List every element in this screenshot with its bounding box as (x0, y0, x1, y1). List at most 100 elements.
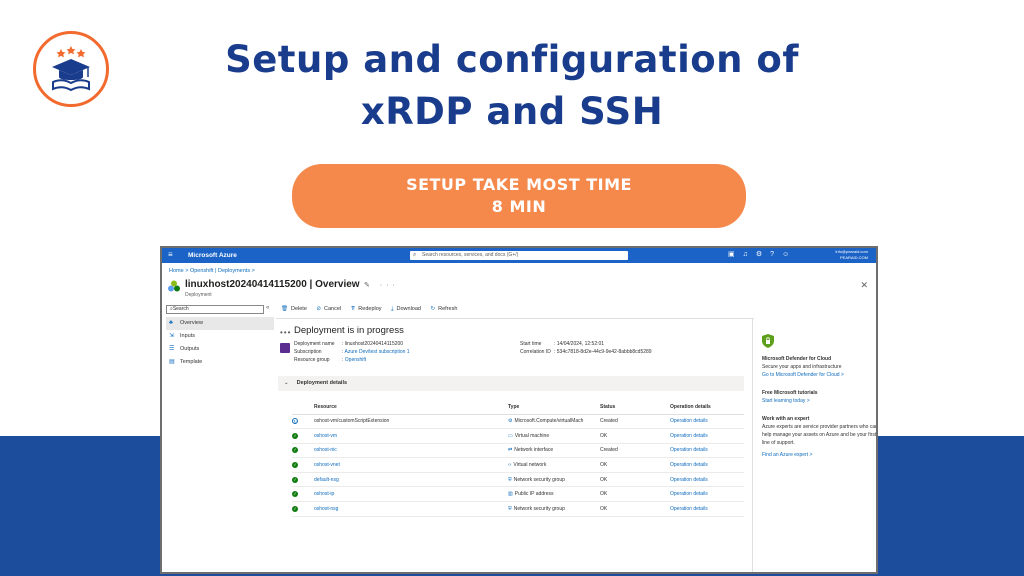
refresh-label: Refresh (438, 306, 458, 312)
network-interface-icon: ⇄ (508, 447, 513, 454)
left-search-input[interactable]: ⌕Search (166, 305, 264, 314)
close-icon[interactable]: ✕ (860, 280, 868, 291)
operation-details-link[interactable]: Operation details (670, 491, 708, 497)
operation-details-cell[interactable]: Operation details (670, 443, 744, 459)
type-cell: ⇄ Network interface (508, 443, 600, 459)
resource-type: Microsoft.Compute/virtualMach (514, 418, 584, 425)
collapse-icon[interactable]: « (266, 305, 269, 311)
resource-name[interactable]: default-nsg (314, 477, 339, 483)
resource-name[interactable]: oshost-nic (314, 447, 337, 453)
status-cell: Created (600, 443, 670, 459)
pill-line-1: SETUP TAKE MOST TIME (406, 175, 632, 194)
type-cell: ⛨ Network security group (508, 501, 600, 517)
graduation-cap-logo-icon (33, 31, 109, 107)
resource-name[interactable]: oshost-vm (314, 433, 337, 439)
resource-cell[interactable]: oshost-vm (314, 428, 508, 444)
resource-name: oshost-vm/customScriptExtension (314, 418, 390, 425)
resource-name[interactable]: oshost-ip (314, 491, 334, 497)
azure-brand[interactable]: Microsoft Azure (188, 252, 237, 259)
resource-cell[interactable]: oshost-ip (314, 486, 508, 503)
table-row: ✓ oshost-ip ▥ Public IP address OK Operation … (292, 486, 744, 503)
row-status-cell: ✓ (292, 443, 314, 459)
table-row: ✓ default-nsg ⛨ Network security group OK Ope… (292, 472, 744, 488)
resource-cell[interactable]: oshost-nsg (314, 501, 508, 517)
public-ip-icon: ▥ (508, 491, 513, 498)
cancel-button[interactable]: ⊘ Cancel (316, 306, 341, 312)
operation-details-link[interactable]: Operation details (670, 462, 708, 468)
table-row: ✓ oshost-vm ▭ Virtual machine OK Operation de… (292, 428, 744, 444)
row-status-cell: ✓ (292, 501, 314, 517)
kv-key: Correlation ID (520, 349, 551, 355)
status-cell: OK (600, 472, 670, 488)
operation-details-cell[interactable]: Operation details (670, 428, 744, 444)
operation-details-link[interactable]: Operation details (670, 433, 708, 439)
kv-key: Subscription (294, 349, 322, 355)
operation-details-link[interactable]: Operation details (670, 477, 708, 483)
resource-cell[interactable]: default-nsg (314, 472, 508, 488)
table-row: ✓ oshost-vnet ‹› Virtual network OK Operation… (292, 457, 744, 473)
delete-button[interactable]: 🗑 Delete (281, 306, 307, 312)
operation-details-link[interactable]: Operation details (670, 447, 708, 453)
type-cell: ⛨ Network security group (508, 472, 600, 488)
tutorials-link[interactable]: Start learning today > (762, 397, 876, 405)
redeploy-button[interactable]: ⇈ Redeploy (351, 306, 382, 312)
top-bar-icons[interactable]: ▣♫⚙?☺ (728, 250, 797, 258)
resource-name[interactable]: oshost-vnet (314, 462, 340, 468)
redeploy-icon: ⇈ (350, 306, 356, 312)
global-search-input[interactable]: ⌕ Search resources, services, and docs (… (410, 251, 628, 260)
kv-value: linuxhost20240414115200 (344, 341, 404, 347)
operation-details-cell[interactable]: Operation details (670, 486, 744, 503)
operation-details-cell[interactable]: Operation details (670, 472, 744, 488)
download-button[interactable]: ⤓ Download (391, 306, 421, 313)
success-check-icon: ✓ (292, 476, 298, 483)
status-cell: OK (600, 457, 670, 473)
deployment-details-section[interactable]: ⌄ Deployment details (278, 376, 744, 391)
defender-text: Secure your apps and infrastructure (762, 364, 842, 370)
redeploy-label: Redeploy (358, 306, 382, 312)
nav-item-template[interactable]: ▤ Template (166, 356, 274, 369)
operation-details-cell[interactable]: Operation details (670, 457, 744, 473)
refresh-button[interactable]: ↻ Refresh (431, 306, 458, 312)
azure-top-bar: ≡ Microsoft Azure ⌕ Search resources, se… (162, 248, 876, 263)
kv-key: Deployment name (294, 341, 335, 347)
success-check-icon: ✓ (292, 432, 298, 439)
resource-cell[interactable]: oshost-vm/customScriptExtension (314, 414, 508, 430)
column-header: Status (600, 400, 670, 415)
resource-name[interactable]: oshost-nsg (314, 506, 338, 512)
left-nav: ⌕Search « ♣ Overview ⇲ Inputs ☰ Outputs ▤ Te… (166, 305, 274, 369)
extension-icon: ⚙ (508, 418, 513, 425)
account-info[interactable]: info@pearaid.com PEARAID.COM (818, 249, 868, 260)
operation-details-cell[interactable]: Operation details (670, 501, 744, 517)
deployment-icon (168, 280, 180, 292)
nav-item-inputs[interactable]: ⇲ Inputs (166, 330, 274, 343)
delete-label: Delete (290, 306, 307, 312)
column-header: Type (508, 400, 600, 415)
menu-icon[interactable]: ≡ (168, 251, 173, 259)
table-row: ↻ oshost-vm/customScriptExtension ⚙ Microso… (292, 414, 744, 430)
kv-value: 14/04/2024, 12:52:01 (556, 341, 605, 347)
pin-icon[interactable]: ✎ ··· (364, 281, 399, 289)
trash-icon: 🗑 (281, 306, 288, 312)
breadcrumb[interactable]: Home > Openshift | Deployments > (169, 268, 255, 274)
network-security-group-icon: ⛨ (508, 505, 512, 512)
headline-line-1: Setup and configuration of (225, 38, 799, 81)
help-icon[interactable]: ? (770, 251, 782, 258)
feedback-icon[interactable]: ☺ (782, 251, 797, 258)
row-status-cell: ✓ (292, 486, 314, 503)
defender-link[interactable]: Go to Microsoft Defender for Cloud > (762, 371, 876, 379)
operation-details-cell[interactable]: Operation details (670, 414, 744, 430)
resource-group-link[interactable]: Openshift (345, 357, 366, 363)
nav-item-overview[interactable]: ♣ Overview (166, 317, 274, 330)
expert-link[interactable]: Find an Azure expert > (762, 451, 876, 459)
cloud-shell-icon[interactable]: ▣ (728, 251, 743, 258)
subscription-link[interactable]: Azure Dev/test subscription 1 (345, 349, 410, 355)
cancel-label: Cancel (324, 306, 342, 312)
nav-item-outputs[interactable]: ☰ Outputs (166, 343, 274, 356)
expert-title: Work with an expert (762, 416, 810, 422)
gear-icon[interactable]: ⚙ (756, 251, 770, 258)
operation-details-link[interactable]: Operation details (670, 506, 708, 512)
resource-cell[interactable]: oshost-vnet (314, 457, 508, 473)
operation-details-link[interactable]: Operation details (670, 418, 708, 424)
resource-cell[interactable]: oshost-nic (314, 443, 508, 459)
bell-icon[interactable]: ♫ (743, 251, 756, 258)
